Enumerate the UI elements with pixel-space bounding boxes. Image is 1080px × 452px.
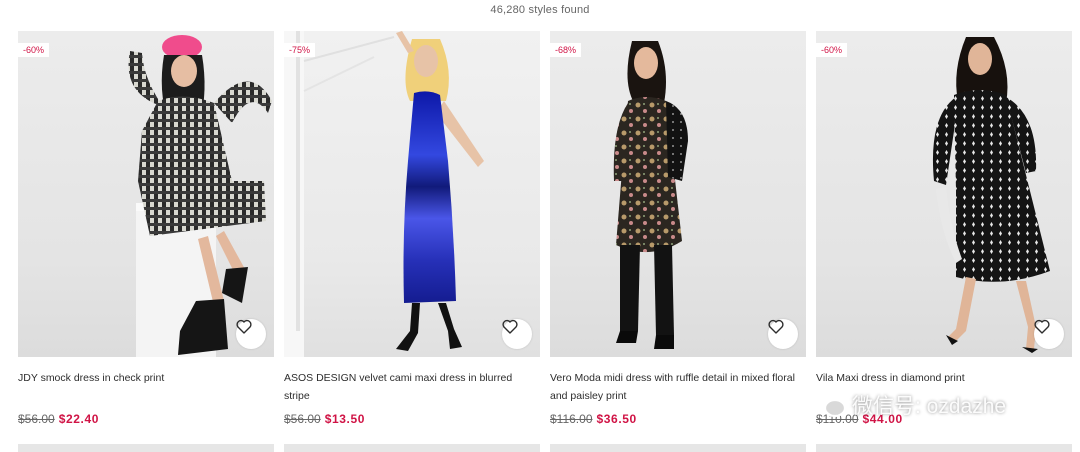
model-photo-floral-dress xyxy=(613,41,688,349)
wechat-icon xyxy=(812,391,846,418)
product-price: $56.00 $13.50 xyxy=(284,412,540,426)
wechat-watermark: 微信号: ozdazhe xyxy=(812,390,1006,420)
discount-badge: -68% xyxy=(550,43,582,57)
product-card[interactable]: -60% xyxy=(816,31,1072,452)
model-photo-check-dress xyxy=(128,35,272,357)
product-name[interactable]: Vero Moda midi dress with ruffle detail … xyxy=(550,369,806,405)
original-price: $56.00 xyxy=(284,412,321,426)
heart-outline-icon xyxy=(768,319,784,334)
original-price: $56.00 xyxy=(18,412,55,426)
discount-badge: -60% xyxy=(18,43,50,57)
watermark-text: 微信号: ozdazhe xyxy=(852,395,1007,418)
product-name[interactable]: ASOS DESIGN velvet cami maxi dress in bl… xyxy=(284,369,540,405)
sale-price: $36.50 xyxy=(596,412,637,426)
product-image[interactable]: -60% xyxy=(18,31,274,357)
save-for-later-button[interactable] xyxy=(768,319,798,349)
results-count: 46,280 styles found xyxy=(490,4,590,16)
product-name[interactable]: JDY smock dress in check print xyxy=(18,369,274,405)
heart-outline-icon xyxy=(502,319,518,334)
product-image[interactable]: -75% xyxy=(284,31,540,357)
heart-outline-icon xyxy=(236,319,252,334)
model-photo-blue-dress xyxy=(284,31,484,357)
discount-badge: -75% xyxy=(284,43,316,57)
product-price: $116.00 $36.50 xyxy=(550,412,806,426)
product-card[interactable]: -60% xyxy=(18,31,274,452)
product-card[interactable]: -75% ASOS DESIGN velvet cami maxi dress … xyxy=(284,31,540,452)
product-grid: -60% JDY smock dress in check print $56.… xyxy=(18,31,1072,452)
original-price: $116.00 xyxy=(550,412,593,426)
sale-price: $13.50 xyxy=(324,412,366,426)
sale-price: $22.40 xyxy=(58,412,100,426)
save-for-later-button[interactable] xyxy=(236,319,266,349)
product-price: $56.00 $22.40 xyxy=(18,412,274,426)
product-image[interactable]: -68% xyxy=(550,31,806,357)
heart-outline-icon xyxy=(1034,319,1050,334)
discount-badge: -60% xyxy=(816,43,848,57)
model-photo-black-maxi-dress xyxy=(932,37,1050,353)
save-for-later-button[interactable] xyxy=(1034,319,1064,349)
product-image[interactable]: -60% xyxy=(816,31,1072,357)
save-for-later-button[interactable] xyxy=(502,319,532,349)
product-card[interactable]: -68% Vero Moda midi dress with ruffle de… xyxy=(550,31,806,452)
